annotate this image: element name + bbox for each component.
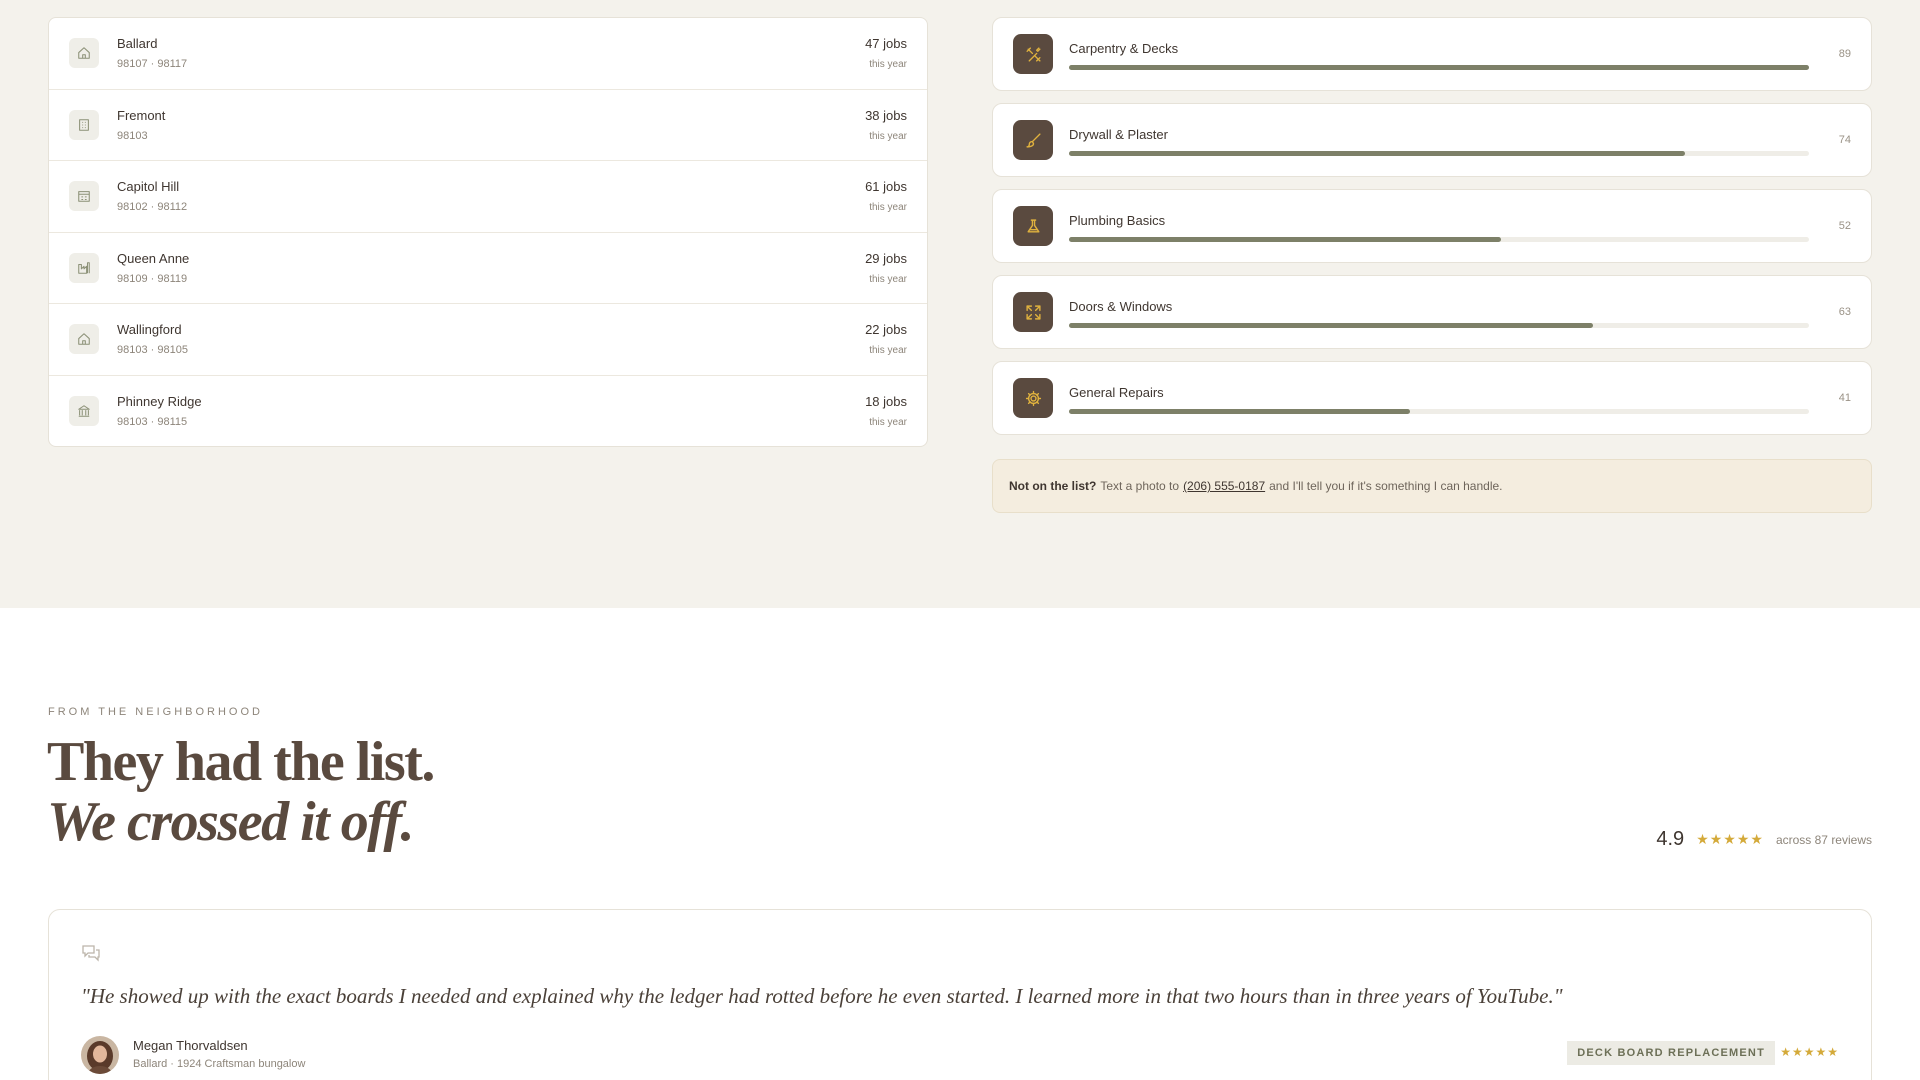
rating-stars-icon: ★★★★★: [1696, 831, 1764, 847]
neighborhood-jobs: 22 jobs: [865, 322, 907, 338]
apartment-icon: [69, 181, 99, 212]
service-card: Drywall & Plaster 74: [992, 103, 1872, 177]
service-progress-fill: [1069, 236, 1502, 242]
neighborhood-period: this year: [869, 130, 907, 142]
service-name: General Repairs: [1069, 384, 1164, 400]
gear-icon: [1013, 378, 1053, 418]
tools-icon: [1013, 34, 1053, 74]
service-progress-track: [1069, 64, 1809, 70]
neighborhood-name: Fremont: [117, 107, 166, 123]
service-progress-fill: [1069, 322, 1593, 328]
service-count: 74: [1838, 134, 1851, 146]
rating-count: across 87 reviews: [1775, 832, 1872, 847]
house-icon: [69, 38, 99, 69]
neighborhood-zips: 98109 · 98119: [117, 272, 188, 285]
service-card: Doors & Windows 63: [992, 275, 1872, 349]
service-count: 89: [1838, 48, 1851, 60]
neighborhood-period: this year: [869, 59, 907, 71]
neighborhood-row: Fremont 98103 38 jobs this year: [49, 90, 927, 161]
service-count: 63: [1838, 306, 1851, 318]
neighborhood-period: this year: [869, 273, 907, 285]
phone-link[interactable]: (206) 555-0187: [1183, 479, 1265, 493]
neighborhood-jobs: 29 jobs: [865, 250, 907, 266]
brush-icon: [1013, 120, 1053, 160]
flask-icon: [1013, 206, 1053, 246]
rating-summary: 4.9 ★★★★★ across 87 reviews: [1656, 828, 1872, 851]
expand-icon: [1013, 292, 1053, 332]
neighborhood-period: this year: [869, 417, 907, 429]
neighborhood-row: Capitol Hill 98102 · 98112 61 jobs this …: [49, 161, 927, 233]
neighborhood-name: Phinney Ridge: [117, 394, 202, 410]
job-tag: DECK BOARD REPLACEMENT: [1567, 1041, 1775, 1065]
headline-line-2: We crossed it off.: [47, 791, 414, 853]
neighborhood-period: this year: [869, 345, 907, 357]
service-name: Drywall & Plaster: [1069, 126, 1168, 142]
note-after: and I'll tell you if it's something I ca…: [1269, 479, 1503, 493]
service-progress-track: [1069, 150, 1809, 156]
neighborhood-name: Capitol Hill: [117, 179, 180, 195]
not-on-list-note: Not on the list? Text a photo to (206) 5…: [992, 459, 1872, 513]
service-count: 52: [1838, 220, 1851, 232]
service-card: General Repairs 41: [992, 361, 1872, 435]
neighborhood-zips: 98103: [117, 129, 148, 142]
section-headline: They had the list. We crossed it off.: [47, 731, 435, 853]
house-icon: [69, 324, 99, 355]
note-before: Text a photo to: [1100, 479, 1180, 493]
factory-icon: [69, 252, 99, 283]
service-progress-track: [1069, 322, 1809, 328]
neighborhood-jobs: 18 jobs: [865, 394, 907, 410]
building-icon: [69, 109, 99, 140]
section-eyebrow: FROM THE NEIGHBORHOOD: [48, 706, 263, 718]
neighborhood-name: Wallingford: [117, 322, 182, 338]
service-progress-fill: [1069, 64, 1809, 70]
rating-value: 4.9: [1656, 828, 1685, 850]
neighborhood-zips: 98103 · 98115: [117, 416, 188, 429]
service-card: Carpentry & Decks 89: [992, 17, 1872, 91]
neighborhood-zips: 98102 · 98112: [117, 201, 188, 214]
neighborhood-row: Phinney Ridge 98103 · 98115 18 jobs this…: [49, 376, 927, 447]
neighborhood-jobs: 61 jobs: [865, 179, 907, 195]
neighborhood-row: Queen Anne 98109 · 98119 29 jobs this ye…: [49, 233, 927, 304]
neighborhood-name: Ballard: [117, 36, 158, 52]
landmark-icon: [69, 396, 99, 427]
service-card: Plumbing Basics 52: [992, 189, 1872, 263]
service-progress-fill: [1069, 150, 1685, 156]
neighborhood-list: Ballard 98107 · 98117 47 jobs this year …: [48, 17, 928, 447]
reviewer-avatar: [81, 1036, 119, 1074]
reviewer-name: Megan Thorvaldsen: [133, 1038, 248, 1053]
neighborhood-name: Queen Anne: [117, 250, 190, 266]
review-card: "He showed up with the exact boards I ne…: [48, 909, 1872, 1080]
neighborhood-zips: 98107 · 98117: [117, 58, 188, 71]
neighborhood-jobs: 38 jobs: [865, 107, 907, 123]
neighborhood-row: Ballard 98107 · 98117 47 jobs this year: [49, 18, 927, 90]
neighborhood-row: Wallingford 98103 · 98105 22 jobs this y…: [49, 304, 927, 376]
service-name: Doors & Windows: [1069, 298, 1173, 314]
review-quote: "He showed up with the exact boards I ne…: [81, 984, 1563, 1008]
service-progress-track: [1069, 408, 1809, 414]
headline-line-1: They had the list.: [47, 731, 435, 793]
chat-bubble-icon: [82, 945, 100, 962]
service-progress-track: [1069, 236, 1809, 242]
neighborhood-zips: 98103 · 98105: [117, 344, 188, 357]
service-name: Carpentry & Decks: [1069, 40, 1179, 56]
neighborhood-jobs: 47 jobs: [865, 36, 907, 52]
review-stars-icon: ★★★★★: [1780, 1045, 1839, 1059]
service-progress-fill: [1069, 408, 1411, 414]
note-lead: Not on the list?: [1009, 479, 1097, 493]
service-name: Plumbing Basics: [1069, 212, 1166, 228]
service-count: 41: [1838, 392, 1851, 404]
reviewer-location: Ballard · 1924 Craftsman bungalow: [133, 1058, 306, 1070]
neighborhood-period: this year: [869, 202, 907, 214]
